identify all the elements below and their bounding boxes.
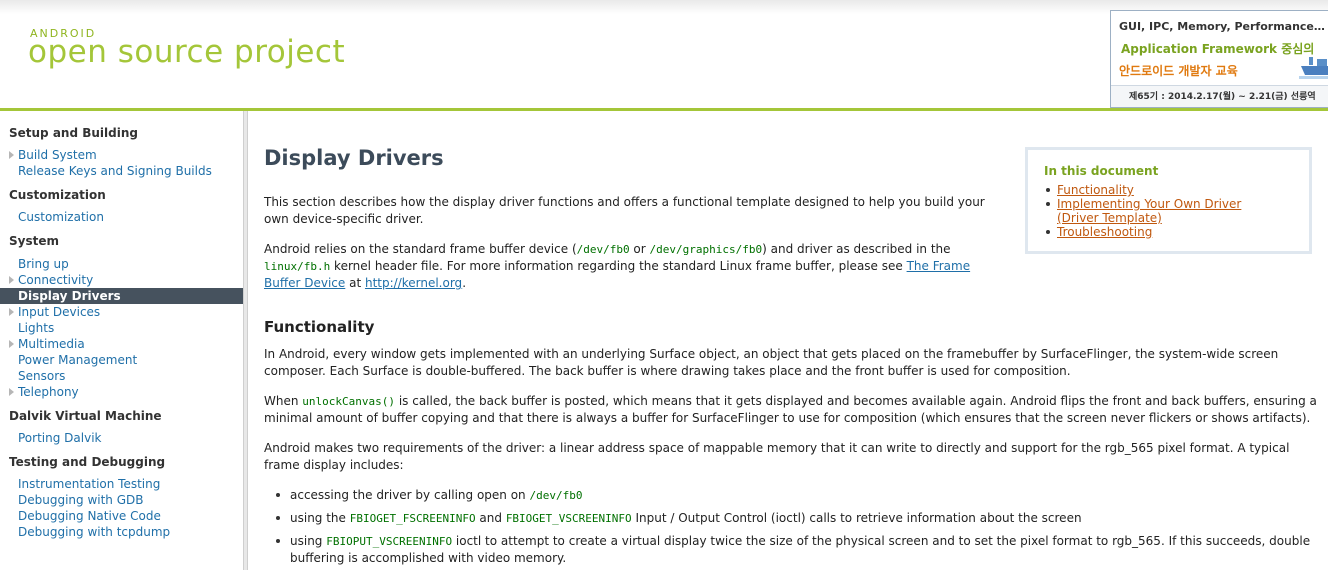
ship-icon xyxy=(1299,57,1328,79)
text: is called, the back buffer is posted, wh… xyxy=(264,394,1317,425)
nav-item-multimedia[interactable]: Multimedia xyxy=(0,336,243,352)
bullet-icon xyxy=(1046,230,1050,234)
nav-item-label: Build System xyxy=(18,148,97,162)
bullet-icon xyxy=(1046,202,1050,206)
expand-arrow-icon[interactable] xyxy=(9,151,14,159)
nav-section-testing: Testing and Debugging xyxy=(9,455,166,469)
text: kernel header file. For more information… xyxy=(330,259,907,273)
code-unlock-canvas: unlockCanvas() xyxy=(302,395,395,408)
nav-item-telephony[interactable]: Telephony xyxy=(0,384,243,400)
nav-item-label: Lights xyxy=(18,321,55,335)
nav-item-label: Input Devices xyxy=(18,305,101,319)
bullet-icon xyxy=(276,539,280,543)
nav-item-label: Customization xyxy=(18,210,104,224)
code-fbioget-fscreeninfo: FBIOGET_FSCREENINFO xyxy=(349,512,476,525)
expand-arrow-icon[interactable] xyxy=(9,308,14,316)
list-item: using FBIOPUT_VSCREENINFO ioctl to attem… xyxy=(290,533,1320,567)
nav-item-sensors[interactable]: Sensors xyxy=(0,368,243,384)
list-item: using the FBIOGET_FSCREENINFO and FBIOGE… xyxy=(290,510,1320,527)
toc-title: In this document xyxy=(1044,164,1159,178)
text: using the xyxy=(290,511,350,525)
nav-item-label: Display Drivers xyxy=(18,289,121,303)
nav-item-label: Multimedia xyxy=(18,337,85,351)
text: or xyxy=(629,242,650,256)
nav-item-label: Telephony xyxy=(18,385,79,399)
bullet-icon xyxy=(276,516,280,520)
nav-item-debugging-native[interactable]: Debugging Native Code xyxy=(0,508,243,524)
code-dev-fb0: /dev/fb0 xyxy=(529,489,583,502)
intro-paragraph: This section describes how the display d… xyxy=(264,195,985,226)
bullet-icon xyxy=(276,493,280,497)
code-linux-fb-h: linux/fb.h xyxy=(264,260,331,273)
code-dev-graphics-fb0: /dev/graphics/fb0 xyxy=(649,243,763,256)
nav-section-setup: Setup and Building xyxy=(9,126,138,140)
nav-item-display-drivers[interactable]: Display Drivers xyxy=(0,288,243,304)
text: at xyxy=(345,276,365,290)
nav-item-label: Debugging with tcpdump xyxy=(18,525,171,539)
toc-box: In this document Functionality Implement… xyxy=(1025,147,1312,254)
ad-line-schedule: 제65기 : 2014.2.17(월) ~ 2.21(금) 선릉역 xyxy=(1111,85,1328,107)
nav-item-label: Bring up xyxy=(18,257,69,271)
ad-line-topics: GUI, IPC, Memory, Performance… xyxy=(1119,20,1325,33)
sidebar-nav: Setup and Building Build System Release … xyxy=(0,111,243,570)
ad-line-course: 안드로이드 개발자 교육 xyxy=(1119,64,1238,78)
nav-item-label: Connectivity xyxy=(18,273,94,287)
logo-open-source-project[interactable]: open source project xyxy=(28,34,345,70)
expand-arrow-icon[interactable] xyxy=(9,340,14,348)
nav-item-label: Sensors xyxy=(18,369,66,383)
nav-item-label: Release Keys and Signing Builds xyxy=(18,164,212,178)
nav-item-label: Debugging Native Code xyxy=(18,509,161,523)
expand-arrow-icon[interactable] xyxy=(9,388,14,396)
text: When xyxy=(264,394,303,408)
ad-line-framework: Application Framework 중심의 xyxy=(1121,42,1315,56)
functionality-paragraph: In Android, every window gets implemente… xyxy=(264,347,1279,378)
toc-link-functionality[interactable]: Functionality xyxy=(1057,183,1297,197)
nav-section-dalvik: Dalvik Virtual Machine xyxy=(9,409,162,423)
code-fbioput-vscreeninfo: FBIOPUT_VSCREENINFO xyxy=(326,535,453,548)
nav-item-lights[interactable]: Lights xyxy=(0,320,243,336)
text: ) and driver as described in the xyxy=(762,242,951,256)
nav-section-system: System xyxy=(9,234,59,248)
nav-item-bring-up[interactable]: Bring up xyxy=(0,256,243,272)
text: using xyxy=(290,534,327,548)
nav-item-release-keys[interactable]: Release Keys and Signing Builds xyxy=(0,163,243,179)
nav-item-input-devices[interactable]: Input Devices xyxy=(0,304,243,320)
nav-item-debugging-tcpdump[interactable]: Debugging with tcpdump xyxy=(0,524,243,540)
nav-section-customization: Customization xyxy=(9,188,106,202)
nav-item-label: Instrumentation Testing xyxy=(18,477,161,491)
bullet-icon xyxy=(1046,188,1050,192)
code-dev-fb0: /dev/fb0 xyxy=(576,243,630,256)
nav-item-build-system[interactable]: Build System xyxy=(0,147,243,163)
frame-buffer-paragraph: Android relies on the standard frame buf… xyxy=(264,241,999,292)
page-title: Display Drivers xyxy=(264,146,444,170)
sidebar-resize-handle[interactable] xyxy=(243,111,248,570)
nav-item-label: Porting Dalvik xyxy=(18,431,102,445)
ad-banner[interactable]: GUI, IPC, Memory, Performance… Applicati… xyxy=(1110,10,1328,108)
text: accessing the driver by calling open on xyxy=(290,488,530,502)
link-kernel-org[interactable]: http://kernel.org xyxy=(365,276,462,290)
nav-item-label: Debugging with GDB xyxy=(18,493,144,507)
nav-item-customization[interactable]: Customization xyxy=(0,209,243,225)
code-fbioget-vscreeninfo: FBIOGET_VSCREENINFO xyxy=(505,512,632,525)
requirements-paragraph: Android makes two requirements of the dr… xyxy=(264,441,1290,472)
text: . xyxy=(462,276,467,290)
text: Input / Output Control (ioctl) calls to … xyxy=(631,511,1082,525)
expand-arrow-icon[interactable] xyxy=(9,276,14,284)
site-header: ANDROID open source project GUI, IPC, Me… xyxy=(0,0,1328,108)
nav-item-label: Power Management xyxy=(18,353,138,367)
toc-link-implementing-driver[interactable]: Implementing Your Own Driver (Driver Tem… xyxy=(1057,197,1277,225)
nav-item-connectivity[interactable]: Connectivity xyxy=(0,272,243,288)
text: and xyxy=(475,511,506,525)
nav-item-debugging-gdb[interactable]: Debugging with GDB xyxy=(0,492,243,508)
section-heading-functionality: Functionality xyxy=(264,318,375,336)
list-item: accessing the driver by calling open on … xyxy=(290,487,1320,504)
nav-item-power-management[interactable]: Power Management xyxy=(0,352,243,368)
unlock-canvas-paragraph: When unlockCanvas() is called, the back … xyxy=(264,393,1324,427)
text: Android relies on the standard frame buf… xyxy=(264,242,577,256)
nav-item-porting-dalvik[interactable]: Porting Dalvik xyxy=(0,430,243,446)
nav-item-instrumentation-testing[interactable]: Instrumentation Testing xyxy=(0,476,243,492)
toc-link-troubleshooting[interactable]: Troubleshooting xyxy=(1057,225,1297,239)
